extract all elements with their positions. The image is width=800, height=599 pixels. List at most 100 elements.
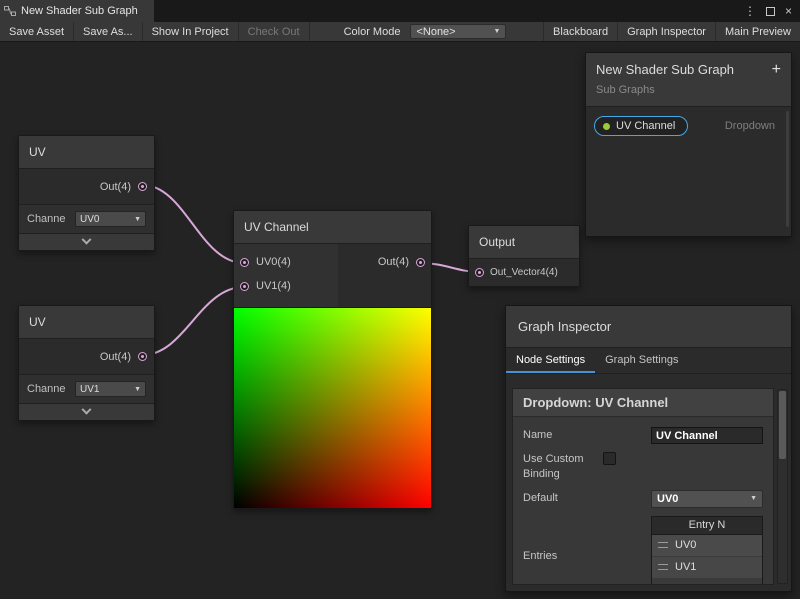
node-ports: Out(4) bbox=[19, 169, 154, 204]
channel-dropdown[interactable]: UV0 ▼ bbox=[75, 211, 146, 227]
toolbar: Save Asset Save As... Show In Project Ch… bbox=[0, 22, 800, 42]
add-entry-button[interactable]: + bbox=[727, 581, 735, 585]
node-title[interactable]: UV Channel bbox=[234, 211, 431, 244]
inspector-tabs: Node Settings Graph Settings bbox=[506, 348, 791, 374]
blackboard-item-uv-channel[interactable]: UV Channel bbox=[594, 116, 688, 136]
tab-graph-settings[interactable]: Graph Settings bbox=[595, 348, 688, 373]
blackboard-header[interactable]: New Shader Sub Graph Sub Graphs + bbox=[586, 53, 791, 107]
entries-row-uv1[interactable]: UV1 bbox=[652, 557, 762, 579]
node-controls: Channe UV1 ▼ bbox=[19, 374, 154, 403]
use-custom-binding-label: Use Custom Binding bbox=[523, 452, 603, 482]
graph-inspector-panel: Graph Inspector Node Settings Graph Sett… bbox=[505, 305, 792, 592]
port-label: Out(4) bbox=[378, 256, 409, 268]
output-port[interactable] bbox=[138, 352, 147, 361]
add-property-button[interactable]: + bbox=[772, 62, 781, 78]
exposed-dot-icon bbox=[603, 123, 610, 130]
input-port-out-vector4[interactable] bbox=[475, 268, 484, 277]
output-port[interactable] bbox=[416, 258, 425, 267]
entries-row-uv0[interactable]: UV0 bbox=[652, 535, 762, 557]
port-label: Out(4) bbox=[100, 181, 131, 193]
entries-list: Entry N UV0 UV1 + − bbox=[651, 516, 763, 585]
node-uv-channel[interactable]: UV Channel UV0(4) UV1(4) Out(4) bbox=[233, 210, 432, 509]
default-dropdown[interactable]: UV0 ▼ bbox=[651, 490, 763, 508]
blackboard-item-name: UV Channel bbox=[616, 120, 675, 132]
node-title[interactable]: Output bbox=[469, 226, 579, 259]
name-label: Name bbox=[523, 428, 651, 443]
chevron-down-icon: ▼ bbox=[134, 216, 141, 223]
input-port-uv0[interactable] bbox=[240, 258, 249, 267]
color-mode-dropdown[interactable]: <None> ▼ bbox=[410, 24, 506, 39]
save-asset-button[interactable]: Save Asset bbox=[0, 22, 74, 41]
section-title: Dropdown: UV Channel bbox=[513, 389, 773, 417]
collapse-button[interactable] bbox=[19, 233, 154, 250]
channel-value: UV0 bbox=[80, 214, 99, 225]
node-uv-top[interactable]: UV Out(4) Channe UV0 ▼ bbox=[18, 135, 155, 251]
inspector-scrollbar-thumb[interactable] bbox=[779, 391, 786, 459]
node-controls: Channe UV0 ▼ bbox=[19, 204, 154, 233]
port-label: UV1(4) bbox=[256, 280, 291, 292]
menu-icon[interactable]: ⋮ bbox=[744, 5, 756, 17]
blackboard-subtitle: Sub Graphs bbox=[596, 84, 781, 96]
port-label: Out_Vector4(4) bbox=[490, 267, 558, 278]
remove-entry-button[interactable]: − bbox=[746, 581, 754, 585]
drag-handle-icon[interactable] bbox=[658, 564, 668, 570]
titlebar: New Shader Sub Graph ⋮ × bbox=[0, 0, 800, 22]
node-title[interactable]: UV bbox=[19, 306, 154, 339]
blackboard-toggle-button[interactable]: Blackboard bbox=[543, 22, 617, 41]
chevron-down-icon: ▼ bbox=[134, 386, 141, 393]
maximize-icon[interactable] bbox=[766, 7, 775, 16]
inspector-title[interactable]: Graph Inspector bbox=[506, 306, 791, 348]
tab-node-settings[interactable]: Node Settings bbox=[506, 348, 595, 373]
toolbar-right-group: Blackboard Graph Inspector Main Preview bbox=[543, 22, 800, 41]
output-port[interactable] bbox=[138, 182, 147, 191]
save-as-button[interactable]: Save As... bbox=[74, 22, 143, 41]
node-ports: Out_Vector4(4) bbox=[469, 259, 579, 286]
entries-label: Entries bbox=[523, 549, 651, 564]
port-label: UV0(4) bbox=[256, 256, 291, 268]
collapse-button[interactable] bbox=[19, 403, 154, 420]
graph-inspector-toggle-button[interactable]: Graph Inspector bbox=[617, 22, 715, 41]
inspector-content: Dropdown: UV Channel Name Use Custom Bin… bbox=[512, 388, 774, 585]
node-title[interactable]: UV bbox=[19, 136, 154, 169]
channel-label: Channe bbox=[27, 213, 71, 225]
channel-dropdown[interactable]: UV1 ▼ bbox=[75, 381, 146, 397]
color-mode-label: Color Mode bbox=[338, 22, 407, 41]
entry-value: UV1 bbox=[675, 561, 696, 573]
input-port-column: UV0(4) UV1(4) bbox=[234, 244, 338, 307]
drag-handle-icon[interactable] bbox=[658, 542, 668, 548]
window-controls: ⋮ × bbox=[744, 0, 800, 22]
name-input[interactable] bbox=[651, 427, 763, 444]
channel-label: Channe bbox=[27, 383, 71, 395]
tab-title: New Shader Sub Graph bbox=[21, 5, 138, 17]
node-output[interactable]: Output Out_Vector4(4) bbox=[468, 225, 580, 287]
main-preview-toggle-button[interactable]: Main Preview bbox=[715, 22, 800, 41]
entry-value: UV0 bbox=[675, 539, 696, 551]
section-body: Name Use Custom Binding Default UV0 bbox=[513, 417, 773, 585]
input-port-uv1[interactable] bbox=[240, 282, 249, 291]
entries-list-header: Entry N bbox=[652, 517, 762, 535]
chevron-down-icon: ▼ bbox=[750, 495, 757, 502]
blackboard-item-row: UV Channel Dropdown bbox=[594, 116, 783, 136]
unity-shader-graph-window: New Shader Sub Graph ⋮ × Save Asset Save… bbox=[0, 0, 800, 599]
node-ports: UV0(4) UV1(4) Out(4) bbox=[234, 244, 431, 308]
entries-list-footer: + − bbox=[652, 579, 762, 585]
blackboard-item-type: Dropdown bbox=[725, 120, 783, 132]
port-label: Out(4) bbox=[100, 351, 131, 363]
chevron-down-icon bbox=[82, 404, 92, 414]
default-value: UV0 bbox=[657, 493, 678, 505]
use-custom-binding-checkbox[interactable] bbox=[603, 452, 616, 465]
close-icon[interactable]: × bbox=[785, 5, 792, 17]
inspector-scrollbar[interactable] bbox=[777, 389, 788, 584]
show-in-project-button[interactable]: Show In Project bbox=[143, 22, 239, 41]
node-ports: Out(4) bbox=[19, 339, 154, 374]
blackboard-panel: New Shader Sub Graph Sub Graphs + UV Cha… bbox=[585, 52, 792, 237]
blackboard-scrollbar[interactable] bbox=[786, 111, 789, 227]
node-uv-bottom[interactable]: UV Out(4) Channe UV1 ▼ bbox=[18, 305, 155, 421]
tab-shader-subgraph[interactable]: New Shader Sub Graph bbox=[0, 0, 154, 22]
chevron-down-icon bbox=[82, 234, 92, 244]
color-mode-value: <None> bbox=[416, 26, 455, 38]
chevron-down-icon: ▼ bbox=[494, 28, 501, 35]
check-out-button: Check Out bbox=[239, 22, 310, 41]
channel-value: UV1 bbox=[80, 384, 99, 395]
uv-preview-image bbox=[234, 308, 431, 508]
